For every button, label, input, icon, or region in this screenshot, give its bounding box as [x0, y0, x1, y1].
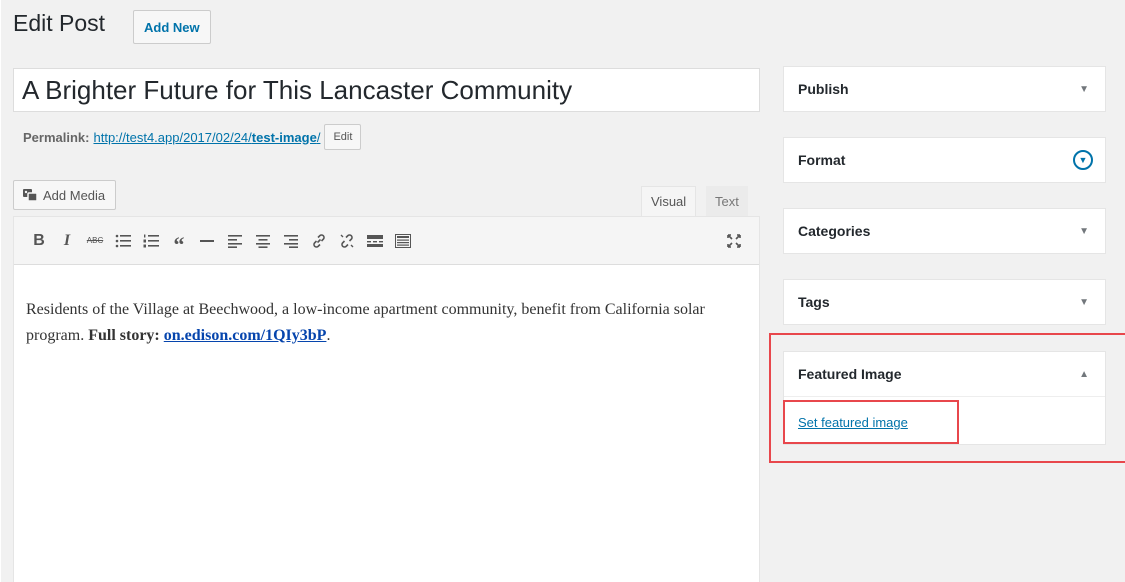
arrow-down-icon[interactable]: ▼	[1079, 226, 1089, 237]
align-center-icon[interactable]	[250, 228, 276, 254]
tab-visual[interactable]: Visual	[641, 186, 697, 216]
tab-text[interactable]: Text	[706, 186, 748, 216]
categories-box-header[interactable]: Categories ▼	[784, 209, 1105, 253]
insert-link-icon[interactable]	[306, 228, 332, 254]
horizontal-line-icon[interactable]	[194, 228, 220, 254]
categories-title: Categories	[798, 223, 871, 239]
permalink-row: Permalink: http://test4.app/2017/02/24/t…	[23, 124, 362, 150]
permalink-base: http://test4.app/2017/02/24/	[93, 129, 252, 145]
featured-image-box: Featured Image ▲ Set featured image	[783, 351, 1106, 445]
content-end: .	[326, 327, 331, 344]
publish-box: Publish ▼	[783, 66, 1106, 112]
blockquote-icon[interactable]: “	[166, 228, 192, 257]
permalink-label: Permalink:	[23, 129, 90, 145]
tags-title: Tags	[798, 294, 830, 310]
bold-icon[interactable]: B	[26, 228, 52, 254]
italic-icon[interactable]: I	[54, 228, 80, 254]
media-icon	[23, 189, 38, 202]
permalink-edit-button[interactable]: Edit	[324, 124, 362, 150]
add-media-label: Add Media	[43, 187, 106, 203]
format-title: Format	[798, 152, 846, 168]
permalink-trailing: /	[316, 129, 321, 145]
align-left-icon[interactable]	[222, 228, 248, 254]
arrow-up-icon[interactable]: ▲	[1079, 369, 1089, 380]
strikethrough-icon[interactable]: ABC	[82, 228, 108, 254]
tags-box-header[interactable]: Tags ▼	[784, 280, 1105, 324]
set-featured-image-link[interactable]: Set featured image	[798, 415, 908, 430]
add-media-button[interactable]: Add Media	[13, 180, 117, 210]
numbered-list-icon[interactable]	[138, 228, 164, 254]
toolbar-toggle-icon[interactable]	[390, 228, 416, 254]
featured-image-box-header[interactable]: Featured Image ▲	[784, 352, 1105, 396]
fullscreen-icon[interactable]	[721, 228, 747, 254]
permalink-link[interactable]: http://test4.app/2017/02/24/test-image/	[93, 130, 320, 145]
arrow-down-icon[interactable]: ▼	[1079, 84, 1089, 95]
featured-image-body: Set featured image	[784, 396, 1105, 444]
categories-box: Categories ▼	[783, 208, 1106, 254]
page-edge	[0, 0, 1, 582]
bulleted-list-icon[interactable]	[110, 228, 136, 254]
editor-toolbar: B I ABC “	[14, 217, 759, 265]
format-box-header[interactable]: Format ▼	[784, 138, 1105, 182]
align-right-icon[interactable]	[278, 228, 304, 254]
page-title: Edit Post	[13, 10, 106, 36]
publish-box-header[interactable]: Publish ▼	[784, 67, 1105, 111]
post-title-input[interactable]: A Brighter Future for This Lancaster Com…	[13, 68, 760, 112]
publish-title: Publish	[798, 81, 849, 97]
content-bold: Full story:	[88, 327, 160, 344]
editor[interactable]: B I ABC “ Residents of the Village at Be…	[13, 216, 760, 582]
permalink-slug: test-image	[251, 129, 317, 145]
remove-link-icon[interactable]	[334, 228, 360, 254]
circle-arrow-down-icon[interactable]: ▼	[1073, 150, 1093, 170]
featured-image-title: Featured Image	[798, 366, 902, 382]
content-link[interactable]: on.edison.com/1QIy3bP	[164, 327, 327, 344]
format-box: Format ▼	[783, 137, 1106, 183]
arrow-down-icon[interactable]: ▼	[1079, 297, 1089, 308]
tags-box: Tags ▼	[783, 279, 1106, 325]
add-new-button[interactable]: Add New	[133, 10, 211, 44]
editor-content[interactable]: Residents of the Village at Beechwood, a…	[14, 265, 734, 349]
read-more-icon[interactable]	[362, 228, 388, 254]
